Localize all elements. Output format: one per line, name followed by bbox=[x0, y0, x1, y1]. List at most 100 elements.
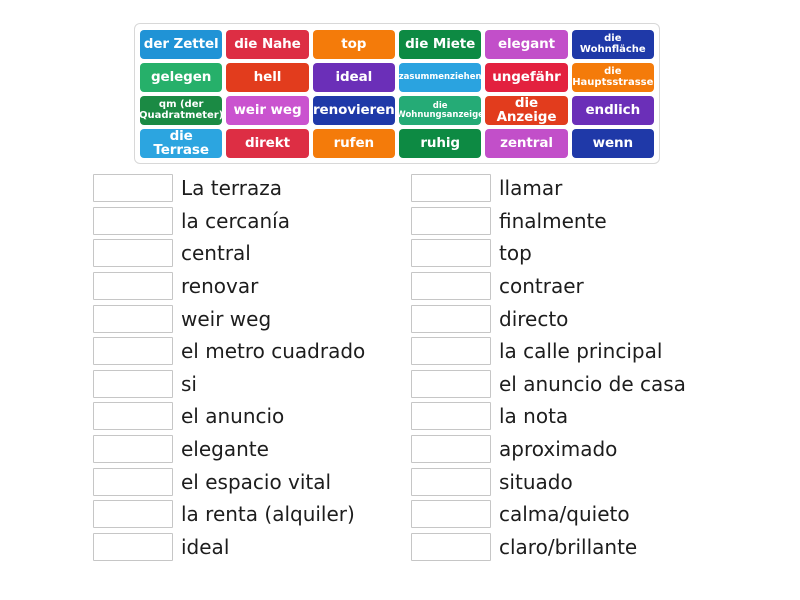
word-tile[interactable]: gelegen bbox=[140, 63, 223, 92]
answer-drop-box[interactable] bbox=[93, 532, 173, 561]
answer-label: situado bbox=[499, 469, 573, 494]
answer-drop-box[interactable] bbox=[411, 402, 491, 431]
answer-drop-box[interactable] bbox=[93, 435, 173, 464]
answer-label: top bbox=[499, 241, 532, 266]
answer-row: central bbox=[93, 237, 411, 270]
answer-drop-box[interactable] bbox=[411, 304, 491, 333]
answer-row: La terraza bbox=[93, 172, 411, 205]
word-tile[interactable]: hell bbox=[226, 63, 309, 92]
word-tile[interactable]: die Wohnungsanzeige bbox=[398, 96, 482, 125]
answer-drop-box[interactable] bbox=[93, 239, 173, 268]
answer-drop-box[interactable] bbox=[411, 369, 491, 398]
answer-drop-box[interactable] bbox=[411, 500, 491, 529]
answer-drop-box[interactable] bbox=[411, 206, 491, 235]
word-tile[interactable]: ideal bbox=[312, 63, 395, 92]
answer-label: directo bbox=[499, 306, 569, 331]
answer-drop-box[interactable] bbox=[411, 337, 491, 366]
tile-row: der Zettel die Nahe top die Miete elegant die… bbox=[140, 30, 654, 59]
answer-lists: La terraza la cercanía central renovar weir … bbox=[0, 172, 800, 563]
answer-label: ideal bbox=[181, 534, 230, 559]
answer-row: la nota bbox=[411, 400, 741, 433]
answer-label: renovar bbox=[181, 274, 259, 299]
word-tile[interactable]: top bbox=[312, 30, 395, 59]
answer-label: La terraza bbox=[181, 176, 283, 201]
word-tile[interactable]: die Nahe bbox=[226, 30, 309, 59]
answer-label: llamar bbox=[499, 176, 563, 201]
answer-label: el espacio vital bbox=[181, 469, 332, 494]
answer-row: aproximado bbox=[411, 433, 741, 466]
answer-label: el metro cuadrado bbox=[181, 339, 366, 364]
word-tile[interactable]: qm (der Quadratmeter) bbox=[140, 96, 223, 125]
answer-drop-box[interactable] bbox=[93, 206, 173, 235]
answer-row: renovar bbox=[93, 270, 411, 303]
answer-row: la cercanía bbox=[93, 205, 411, 238]
answer-drop-box[interactable] bbox=[411, 532, 491, 561]
word-tile[interactable]: direkt bbox=[226, 129, 309, 158]
answer-row: si bbox=[93, 368, 411, 401]
answer-drop-box[interactable] bbox=[411, 467, 491, 496]
word-tile[interactable]: die Anzeige bbox=[485, 96, 568, 125]
answer-drop-box[interactable] bbox=[411, 174, 491, 203]
answer-row: finalmente bbox=[411, 205, 741, 238]
answer-row: la renta (alquiler) bbox=[93, 498, 411, 531]
word-tile[interactable]: renovieren bbox=[312, 96, 395, 125]
answer-label: la cercanía bbox=[181, 208, 290, 233]
answer-row: top bbox=[411, 237, 741, 270]
answer-row: el espacio vital bbox=[93, 465, 411, 498]
word-tile[interactable]: die Miete bbox=[398, 30, 482, 59]
word-tile[interactable]: weir weg bbox=[226, 96, 309, 125]
answer-row: llamar bbox=[411, 172, 741, 205]
tile-row: die Terrase direkt rufen ruhig zentral wenn bbox=[140, 129, 654, 158]
answer-drop-box[interactable] bbox=[411, 239, 491, 268]
answer-column-right: llamar finalmente top contraer directo la cal… bbox=[411, 172, 741, 563]
answer-row: elegante bbox=[93, 433, 411, 466]
answer-label: si bbox=[181, 371, 197, 396]
answer-row: situado bbox=[411, 465, 741, 498]
answer-drop-box[interactable] bbox=[93, 402, 173, 431]
answer-drop-box[interactable] bbox=[93, 174, 173, 203]
answer-drop-box[interactable] bbox=[93, 272, 173, 301]
word-tile[interactable]: die Wohnfläche bbox=[571, 30, 654, 59]
word-tile[interactable]: die Terrase bbox=[140, 129, 223, 158]
word-tile[interactable]: der Zettel bbox=[140, 30, 223, 59]
answer-label: finalmente bbox=[499, 208, 607, 233]
answer-drop-box[interactable] bbox=[411, 435, 491, 464]
answer-row: calma/quieto bbox=[411, 498, 741, 531]
answer-drop-box[interactable] bbox=[93, 369, 173, 398]
answer-label: contraer bbox=[499, 274, 584, 299]
answer-drop-box[interactable] bbox=[93, 337, 173, 366]
word-tile[interactable]: zentral bbox=[485, 129, 568, 158]
answer-label: claro/brillante bbox=[499, 534, 638, 559]
word-tile[interactable]: ruhig bbox=[398, 129, 482, 158]
answer-label: central bbox=[181, 241, 251, 266]
answer-label: la renta (alquiler) bbox=[181, 502, 355, 527]
word-tile[interactable]: ungefähr bbox=[485, 63, 568, 92]
answer-drop-box[interactable] bbox=[93, 467, 173, 496]
word-tile[interactable]: elegant bbox=[485, 30, 568, 59]
answer-row: el anuncio de casa bbox=[411, 368, 741, 401]
answer-drop-box[interactable] bbox=[411, 272, 491, 301]
answer-label: elegante bbox=[181, 437, 269, 462]
word-tile[interactable]: rufen bbox=[312, 129, 395, 158]
word-tile[interactable]: zasummenziehen bbox=[398, 63, 482, 92]
answer-row: el anuncio bbox=[93, 400, 411, 433]
word-tile[interactable]: die Hauptsstrasse bbox=[571, 63, 654, 92]
answer-drop-box[interactable] bbox=[93, 500, 173, 529]
word-tile-panel: der Zettel die Nahe top die Miete elegant die… bbox=[134, 23, 660, 164]
answer-label: calma/quieto bbox=[499, 502, 630, 527]
word-tile[interactable]: wenn bbox=[571, 129, 654, 158]
answer-row: la calle principal bbox=[411, 335, 741, 368]
answer-label: la calle principal bbox=[499, 339, 663, 364]
answer-label: la nota bbox=[499, 404, 569, 429]
tile-row: gelegen hell ideal zasummenziehen ungefähr di… bbox=[140, 63, 654, 92]
answer-row: el metro cuadrado bbox=[93, 335, 411, 368]
answer-row: contraer bbox=[411, 270, 741, 303]
answer-drop-box[interactable] bbox=[93, 304, 173, 333]
word-tile[interactable]: endlich bbox=[571, 96, 654, 125]
answer-row: claro/brillante bbox=[411, 531, 741, 564]
answer-row: ideal bbox=[93, 531, 411, 564]
answer-label: el anuncio de casa bbox=[499, 371, 686, 396]
answer-row: directo bbox=[411, 302, 741, 335]
answer-label: weir weg bbox=[181, 306, 272, 331]
answer-label: aproximado bbox=[499, 437, 618, 462]
